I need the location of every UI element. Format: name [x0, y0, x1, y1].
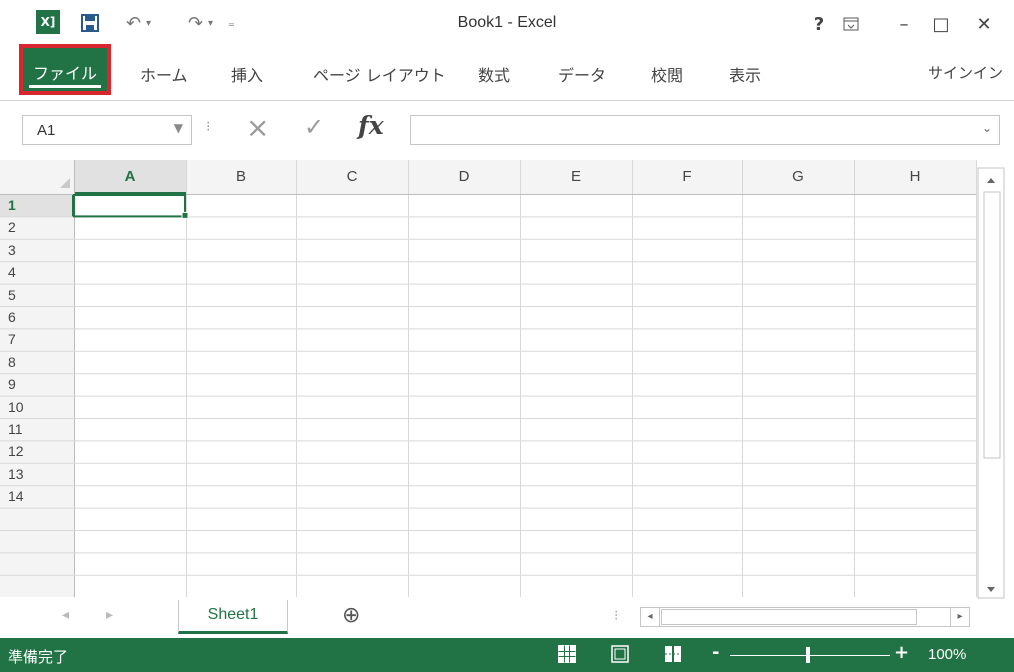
sheet-tab-sheet1[interactable]: Sheet1: [178, 600, 288, 634]
row-header-2[interactable]: 2: [8, 219, 16, 235]
vertical-scroll-thumb: [983, 191, 1001, 459]
horizontal-scrollbar[interactable]: ◂ ▸: [640, 607, 970, 627]
sheet-tab-label: Sheet1: [207, 606, 259, 623]
zoom-in-button[interactable]: +: [894, 642, 909, 663]
column-header-f[interactable]: F: [632, 168, 742, 185]
row-header-5[interactable]: 5: [8, 287, 16, 303]
status-bar: 準備完了 - + 100%: [0, 638, 1014, 672]
column-header-g[interactable]: G: [742, 168, 854, 185]
splitter-grip-icon[interactable]: ⁝: [614, 608, 618, 624]
zoom-level[interactable]: 100%: [928, 646, 966, 663]
sheet-tab-bar: ◂ ▸ Sheet1 ⊕ ⁝ ◂ ▸: [0, 600, 1014, 638]
column-header-a[interactable]: A: [74, 168, 186, 185]
column-header-b[interactable]: B: [186, 168, 296, 185]
sheet-scroll-right-icon[interactable]: ▸: [106, 607, 113, 623]
column-header-d[interactable]: D: [408, 168, 520, 185]
zoom-slider-thumb[interactable]: [806, 647, 810, 663]
page-layout-view-icon[interactable]: [610, 644, 630, 668]
scroll-left-arrow-icon[interactable]: ◂: [641, 608, 660, 626]
scroll-right-arrow-icon[interactable]: ▸: [950, 608, 969, 626]
horizontal-scroll-thumb[interactable]: [661, 609, 917, 625]
column-header-h[interactable]: H: [854, 168, 976, 185]
sheet-scroll-left-icon[interactable]: ◂: [62, 607, 69, 623]
page-break-view-icon[interactable]: [663, 644, 683, 668]
row-header-3[interactable]: 3: [8, 242, 16, 258]
row-header-11[interactable]: 11: [8, 421, 23, 437]
column-header-e[interactable]: E: [520, 168, 632, 185]
zoom-slider-track[interactable]: [730, 655, 890, 656]
status-text: 準備完了: [8, 648, 69, 666]
row-header-14[interactable]: 14: [8, 488, 24, 504]
column-header-c[interactable]: C: [296, 168, 408, 185]
row-header-13[interactable]: 13: [8, 466, 24, 482]
zoom-out-button[interactable]: -: [712, 642, 719, 663]
worksheet-grid[interactable]: [0, 0, 1014, 600]
row-header-1[interactable]: 1: [8, 197, 16, 213]
row-header-4[interactable]: 4: [8, 264, 16, 280]
row-header-7[interactable]: 7: [8, 331, 16, 347]
active-cell-a1: [73, 194, 186, 218]
add-sheet-icon[interactable]: ⊕: [342, 603, 360, 628]
row-header-12[interactable]: 12: [8, 443, 24, 459]
normal-view-icon[interactable]: [557, 644, 577, 668]
row-header-10[interactable]: 10: [8, 399, 24, 415]
row-header-9[interactable]: 9: [8, 376, 16, 392]
row-header-8[interactable]: 8: [8, 354, 16, 370]
fill-handle: [181, 211, 189, 219]
row-header-6[interactable]: 6: [8, 309, 16, 325]
